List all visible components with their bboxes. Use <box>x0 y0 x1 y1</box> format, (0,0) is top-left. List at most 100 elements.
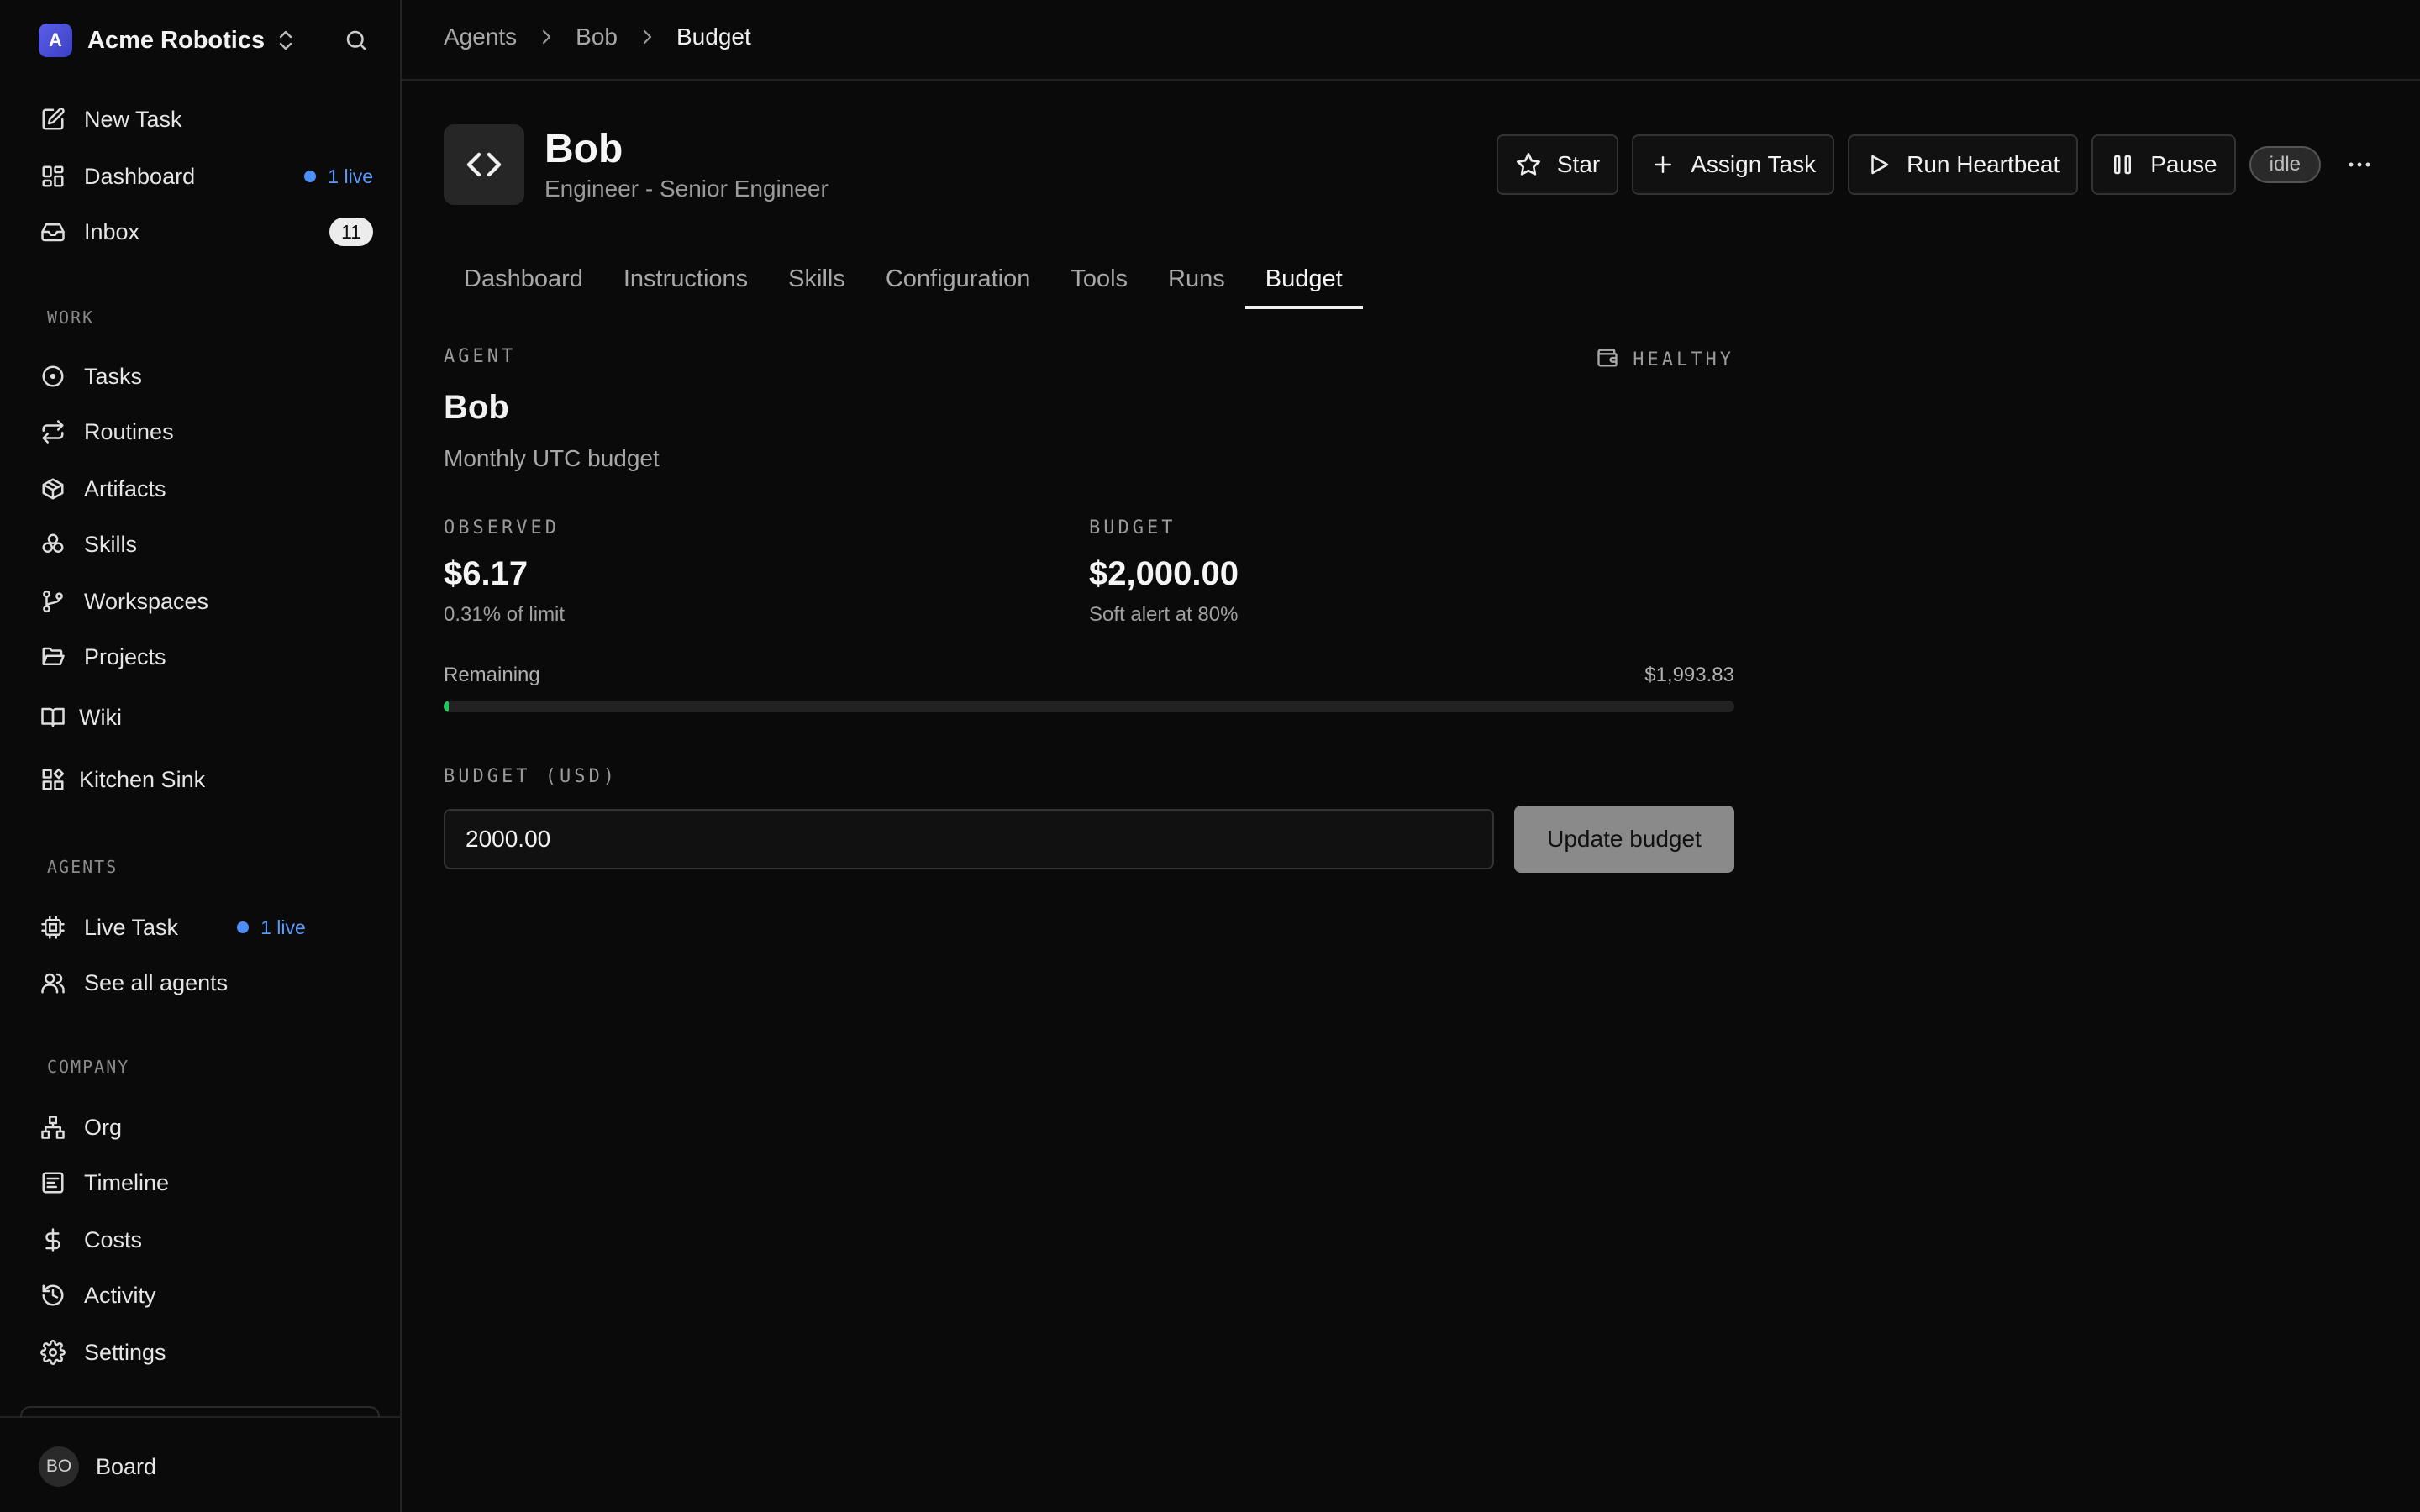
network-icon <box>39 1113 67 1142</box>
star-label: Star <box>1556 151 1601 177</box>
star-button[interactable]: Star <box>1496 134 1619 195</box>
sidebar-item-new-task[interactable]: New Task <box>39 97 373 141</box>
sidebar-item-activity[interactable]: Activity <box>39 1273 373 1317</box>
tab-instructions[interactable]: Instructions <box>603 257 768 309</box>
agent-header: Bob Engineer - Senior Engineer <box>444 124 829 205</box>
company-name: Acme Robotics <box>87 26 266 54</box>
tab-budget[interactable]: Budget <box>1244 257 1363 309</box>
sidebar-item-label: See all agents <box>84 969 229 995</box>
boxes-icon <box>39 530 67 559</box>
sidebar-item-dashboard[interactable]: Dashboard 1 live <box>39 155 373 198</box>
sidebar-item-label: Artifacts <box>84 475 166 501</box>
sidebar-item-label: Dashboard <box>84 163 196 189</box>
remaining-value: $1,993.83 <box>1644 664 1734 686</box>
inbox-icon <box>39 218 67 246</box>
observed-stat: OBSERVED $6.17 0.31% of limit <box>444 517 1089 627</box>
live-count: 1 live <box>260 916 306 938</box>
timeline-icon <box>39 1168 67 1197</box>
budget-usd-input[interactable] <box>444 809 1494 869</box>
section-title-work: WORK <box>47 307 95 328</box>
edit-icon <box>39 105 67 134</box>
sidebar-item-label: Projects <box>84 643 166 669</box>
company-logo: A <box>39 24 72 57</box>
section-title-agents: AGENTS <box>47 857 118 877</box>
live-dot <box>237 921 250 933</box>
budget-value: $2,000.00 <box>1089 555 1239 592</box>
sidebar-item-see-all-agents[interactable]: See all agents <box>39 961 373 1005</box>
sidebar-item-artifacts[interactable]: Artifacts <box>39 467 373 511</box>
sidebar-item-label: Settings <box>84 1339 166 1365</box>
board-switcher[interactable]: BO Board <box>39 1446 156 1487</box>
remaining-label: Remaining <box>444 664 540 686</box>
sidebar-item-costs[interactable]: Costs <box>39 1218 373 1262</box>
breadcrumb: Agents Bob Budget <box>444 24 751 50</box>
sidebar-item-org[interactable]: Org <box>39 1105 373 1149</box>
remaining-row: Remaining $1,993.83 <box>444 664 1734 687</box>
search-icon[interactable] <box>339 24 373 57</box>
update-budget-button[interactable]: Update budget <box>1514 806 1734 873</box>
more-horizontal-icon[interactable] <box>2343 148 2376 181</box>
code-icon <box>444 124 524 205</box>
agent-role: Engineer - Senior Engineer <box>544 176 829 202</box>
budget-panel: AGENT HEALTHY Bob Monthly UTC budget OBS… <box>444 346 1734 873</box>
health-label: HEALTHY <box>1633 349 1734 370</box>
budget-agent-name: Bob <box>444 389 509 426</box>
sidebar-item-inbox[interactable]: Inbox 11 <box>39 210 373 254</box>
inbox-count-badge: 11 <box>329 218 373 246</box>
sidebar-item-workspaces[interactable]: Workspaces <box>39 580 373 623</box>
tab-skills[interactable]: Skills <box>768 257 865 309</box>
sidebar-item-label: Tasks <box>84 363 143 389</box>
breadcrumb-agents[interactable]: Agents <box>444 24 517 50</box>
sidebar-item-label: Activity <box>84 1282 156 1308</box>
sidebar-item-settings[interactable]: Settings <box>39 1331 373 1374</box>
live-count: 1 live <box>328 165 373 187</box>
topbar: Agents Bob Budget <box>402 0 2420 81</box>
repeat-icon <box>39 417 67 446</box>
history-icon <box>39 1281 67 1310</box>
sidebar-item-label: Routines <box>84 418 174 444</box>
widgets-icon <box>39 765 67 794</box>
section-title-company: COMPANY <box>47 1057 130 1077</box>
sidebar-item-label: Kitchen Sink <box>79 766 206 792</box>
budget-progress-track <box>444 701 1734 712</box>
sidebar-item-skills[interactable]: Skills <box>39 522 373 566</box>
tab-configuration[interactable]: Configuration <box>865 257 1051 309</box>
budget-progress-fill <box>444 701 450 712</box>
chevron-right-icon <box>639 28 655 46</box>
chevrons-up-down-icon <box>276 29 295 51</box>
breadcrumb-budget: Budget <box>676 24 751 50</box>
sidebar-item-routines[interactable]: Routines <box>39 410 373 454</box>
wallet-icon <box>1596 346 1619 374</box>
sidebar-item-wiki[interactable]: Wiki <box>39 696 373 739</box>
sidebar-item-projects[interactable]: Projects <box>39 635 373 679</box>
sidebar-item-timeline[interactable]: Timeline <box>39 1161 373 1205</box>
agent-actions: Star Assign Task Run Heartbeat Pause idl… <box>1483 134 2376 195</box>
package-icon <box>39 475 67 503</box>
agent-name: Bob <box>544 127 623 171</box>
budget-input-label: BUDGET (USD) <box>444 766 618 787</box>
sidebar-item-kitchen-sink[interactable]: Kitchen Sink <box>39 758 373 801</box>
sidebar-item-label: Wiki <box>79 704 122 730</box>
plus-icon <box>1650 152 1676 177</box>
budget-label: BUDGET <box>1089 517 1176 538</box>
avatar: BO <box>39 1446 79 1487</box>
pause-icon <box>2110 152 2135 177</box>
run-heartbeat-button[interactable]: Run Heartbeat <box>1848 134 2079 195</box>
assign-task-button[interactable]: Assign Task <box>1632 134 1835 195</box>
status-badge: idle <box>2249 146 2321 183</box>
breadcrumb-bob[interactable]: Bob <box>576 24 618 50</box>
tab-runs[interactable]: Runs <box>1148 257 1245 309</box>
sidebar-item-label: Costs <box>84 1226 143 1252</box>
sidebar-item-live-task[interactable]: Live Task 1 live <box>39 906 373 949</box>
book-icon <box>39 703 67 732</box>
tab-dashboard[interactable]: Dashboard <box>444 257 603 309</box>
sidebar-item-tasks[interactable]: Tasks <box>39 354 373 398</box>
observed-value: $6.17 <box>444 555 529 592</box>
pause-button[interactable]: Pause <box>2091 134 2236 195</box>
company-switcher[interactable]: A Acme Robotics <box>39 20 373 60</box>
budget-input-row: Update budget <box>444 806 1734 873</box>
board-label: Board <box>96 1453 157 1479</box>
sidebar-item-label: Live Task <box>84 914 179 940</box>
sidebar-item-label: Inbox <box>84 218 140 244</box>
tab-tools[interactable]: Tools <box>1050 257 1148 309</box>
